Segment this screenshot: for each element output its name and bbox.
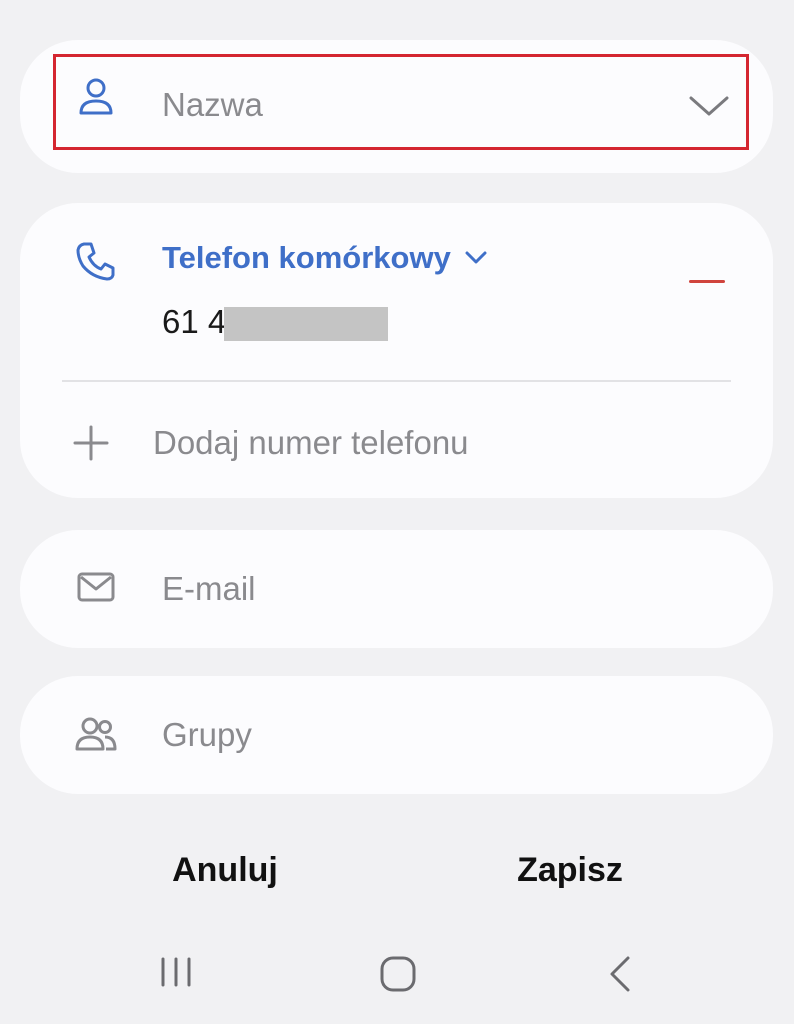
- minus-icon[interactable]: [689, 280, 725, 283]
- groups-card: Grupy: [20, 676, 773, 794]
- cancel-button[interactable]: Anuluj: [150, 845, 300, 895]
- plus-icon[interactable]: [73, 425, 109, 461]
- phone-card: Telefon komórkowy 61 4 Dodaj numer telef…: [20, 203, 773, 498]
- recent-apps-icon[interactable]: [159, 955, 193, 989]
- phone-icon: [76, 242, 115, 281]
- save-button[interactable]: Zapisz: [490, 845, 650, 895]
- people-icon: [75, 717, 117, 751]
- redacted-phone-digits: [224, 307, 388, 341]
- name-field[interactable]: Nazwa: [162, 86, 263, 124]
- phone-type-label: Telefon komórkowy: [162, 240, 451, 275]
- chevron-down-icon: [465, 251, 487, 264]
- envelope-icon: [77, 572, 115, 602]
- phone-number-field[interactable]: 61 4: [162, 303, 226, 341]
- divider: [62, 380, 731, 382]
- home-icon[interactable]: [379, 955, 417, 993]
- email-field[interactable]: E-mail: [162, 570, 256, 608]
- back-icon[interactable]: [606, 955, 634, 993]
- contact-form-page: Nazwa Telefon komórkowy 61 4 Dodaj numer…: [0, 0, 794, 1024]
- phone-type-selector[interactable]: Telefon komórkowy: [162, 240, 487, 276]
- add-phone-number-button[interactable]: Dodaj numer telefonu: [153, 424, 469, 462]
- chevron-down-icon[interactable]: [689, 95, 729, 117]
- groups-field[interactable]: Grupy: [162, 716, 252, 754]
- name-field-highlight[interactable]: Nazwa: [53, 54, 749, 150]
- email-card: E-mail: [20, 530, 773, 648]
- name-card: Nazwa: [20, 40, 773, 173]
- person-icon: [79, 78, 113, 115]
